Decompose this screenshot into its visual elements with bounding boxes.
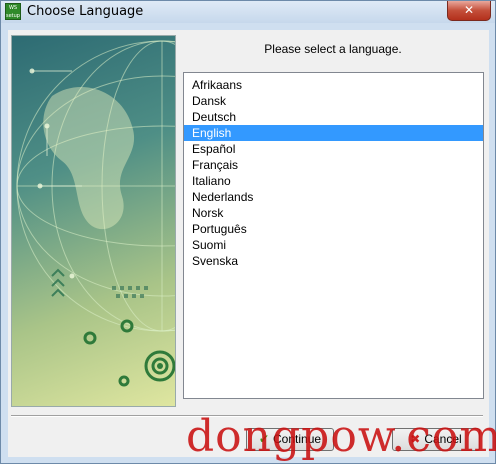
dialog-window: WS setup Choose Language ✕ Please select… <box>0 0 496 464</box>
dialog-client-area: Please select a language. Afrikaans Dans… <box>8 30 489 457</box>
site-watermark: dongpow.com <box>186 411 496 462</box>
language-item[interactable]: Suomi <box>184 237 483 253</box>
language-item[interactable]: Deutsch <box>184 109 483 125</box>
language-item[interactable]: Svenska <box>184 253 483 269</box>
title-bar[interactable]: WS setup Choose Language ✕ <box>1 1 495 23</box>
language-item[interactable]: Español <box>184 141 483 157</box>
globe-banner-image <box>11 35 176 407</box>
language-item[interactable]: Dansk <box>184 93 483 109</box>
language-item[interactable]: Français <box>184 157 483 173</box>
language-item[interactable]: Afrikaans <box>184 77 483 93</box>
language-item[interactable]: Norsk <box>184 205 483 221</box>
window-title: Choose Language <box>27 4 144 19</box>
language-listbox[interactable]: Afrikaans Dansk Deutsch English Español … <box>183 72 484 399</box>
language-item[interactable]: Português <box>184 221 483 237</box>
globe-illustration <box>16 40 175 387</box>
language-item[interactable]: Italiano <box>184 173 483 189</box>
select-language-prompt: Please select a language. <box>264 42 402 56</box>
close-icon: ✕ <box>463 3 475 17</box>
language-item-selected[interactable]: English <box>184 125 483 141</box>
close-button[interactable]: ✕ <box>447 1 491 21</box>
language-item[interactable]: Nederlands <box>184 189 483 205</box>
setup-app-icon: WS setup <box>5 3 21 20</box>
